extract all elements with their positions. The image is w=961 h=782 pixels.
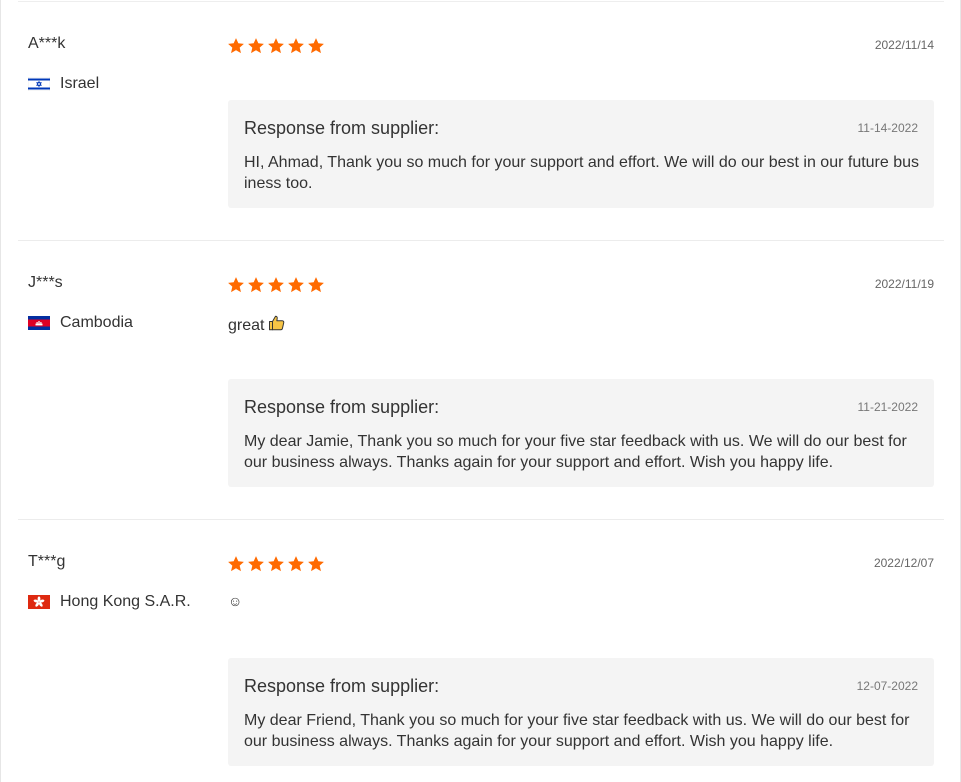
response-date: 11-21-2022 [857,400,919,414]
star-icon [247,37,265,55]
response-title: Response from supplier: [244,676,440,696]
supplier-response: Response from supplier: 11-14-2022 HI, A… [228,100,934,208]
response-text: My dear Jamie, Thank you so much for you… [244,433,907,471]
star-icon [247,276,265,294]
star-rating [227,37,327,55]
review-text: ☺ [228,593,242,609]
buyer-country: Cambodia [28,314,133,332]
star-icon [267,276,285,294]
cambodia-flag-icon [28,316,50,330]
review-date: 2022/11/19 [874,277,934,291]
star-icon [227,37,245,55]
star-icon [307,37,325,55]
star-rating [227,276,327,294]
star-icon [307,555,325,573]
hong-kong-flag-icon [28,595,50,609]
buyer-name: A***k [28,35,66,52]
star-rating [227,555,327,573]
star-icon [227,276,245,294]
reviews-panel: A***k Israel 2022/11/14 Response from su… [0,0,961,782]
response-date: 12-07-2022 [856,679,918,693]
review-date: 2022/12/07 [873,556,934,570]
buyer-country: Hong Kong S.A.R. [28,593,191,611]
review-item: T***g Hong Kong S.A.R. 2022/12/07 ☺ Resp… [18,520,944,782]
supplier-response: Response from supplier: 11-21-2022 My de… [228,379,934,487]
response-text: HI, Ahmad, Thank you so much for your su… [244,154,920,192]
thumbs-up-icon [268,314,286,337]
review-text: great [228,314,286,337]
country-name: Israel [60,75,100,92]
smile-icon: ☺ [228,593,243,609]
star-icon [287,37,305,55]
country-name: Cambodia [60,314,133,331]
response-title: Response from supplier: [244,397,440,417]
response-title: Response from supplier: [244,118,440,138]
buyer-name: J***s [28,274,63,291]
response-text: My dear Friend, Thank you so much for yo… [244,712,910,750]
israel-flag-icon [27,76,51,92]
star-icon [287,555,305,573]
star-icon [287,276,305,294]
review-text-content: great [228,316,265,334]
star-icon [247,555,265,573]
buyer-country: Israel [27,75,100,93]
star-icon [267,555,285,573]
star-icon [227,555,245,573]
buyer-name: T***g [28,553,66,570]
response-date: 11-14-2022 [857,121,919,135]
star-icon [267,37,285,55]
review-item: A***k Israel 2022/11/14 Response from su… [18,2,944,241]
star-icon [307,276,325,294]
country-name: Hong Kong S.A.R. [60,593,191,610]
supplier-response: Response from supplier: 12-07-2022 My de… [228,658,934,766]
review-item: J***s Cambodia 2022/11/19 great Response… [18,241,944,520]
review-date: 2022/11/14 [874,38,934,52]
